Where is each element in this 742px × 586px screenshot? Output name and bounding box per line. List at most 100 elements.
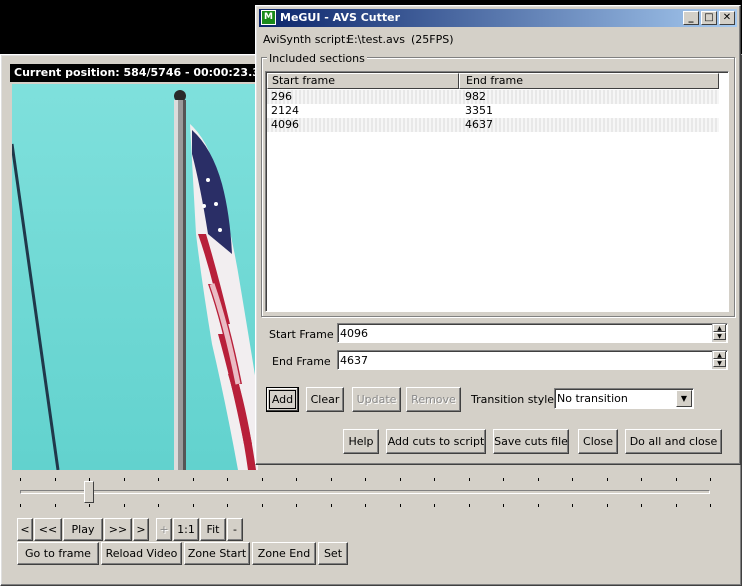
rewind-button[interactable]: << xyxy=(34,518,62,541)
script-label: AviSynth script: xyxy=(263,33,350,46)
set-button[interactable]: Set xyxy=(318,542,348,565)
fit-button[interactable]: Fit xyxy=(200,518,226,541)
forward-button[interactable]: >> xyxy=(104,518,132,541)
start-frame-cell: 296 xyxy=(271,90,292,103)
slider-tick xyxy=(365,504,366,507)
one-to-one-button[interactable]: 1:1 xyxy=(173,518,199,541)
group-label: Included sections xyxy=(267,52,367,65)
add-button[interactable]: Add xyxy=(266,387,299,412)
transition-style-value: No transition xyxy=(557,392,628,405)
slider-tick xyxy=(503,478,504,481)
position-bar: Current position: 584/5746 - 00:00:23.36 xyxy=(10,64,268,82)
add-cuts-to-script-button[interactable]: Add cuts to script xyxy=(386,429,486,454)
slider-tick xyxy=(538,504,539,507)
app-icon: M xyxy=(261,10,276,25)
slider-tick xyxy=(158,478,159,481)
slider-tick xyxy=(434,504,435,507)
save-cuts-file-button[interactable]: Save cuts file xyxy=(493,429,569,454)
slider-tick xyxy=(365,478,366,481)
go-to-frame-button[interactable]: Go to frame xyxy=(17,542,99,565)
end-frame-cell: 982 xyxy=(465,90,486,103)
slider-tick xyxy=(193,478,194,481)
zone-start-button[interactable]: Zone Start xyxy=(184,542,250,565)
end-frame-label: End Frame xyxy=(272,355,331,368)
zoom-out-button[interactable]: - xyxy=(227,518,243,541)
slider-tick xyxy=(503,504,504,507)
clear-button[interactable]: Clear xyxy=(306,387,344,412)
update-button[interactable]: Update xyxy=(352,387,401,412)
avs-cutter-window: M MeGUI - AVS Cutter _ □ ✕ AviSynth scri… xyxy=(255,5,741,465)
dropdown-arrow-icon[interactable]: ▼ xyxy=(676,390,692,407)
table-row[interactable]: 4096 4637 xyxy=(267,118,719,132)
play-button[interactable]: Play xyxy=(63,518,103,541)
sections-list[interactable]: Start frame End frame 296 982 2124 3351 … xyxy=(265,71,729,312)
start-frame-field[interactable]: 4096 ▲ ▼ xyxy=(337,323,728,343)
start-frame-spinner[interactable]: ▲ ▼ xyxy=(712,324,726,342)
spin-up-icon[interactable]: ▲ xyxy=(713,324,726,332)
slider-track xyxy=(20,490,710,494)
slider-tick xyxy=(227,478,228,481)
slider-tick xyxy=(710,478,711,481)
list-header: Start frame End frame xyxy=(267,73,719,89)
end-frame-cell: 3351 xyxy=(465,104,493,117)
slider-tick xyxy=(296,504,297,507)
slider-tick xyxy=(607,504,608,507)
slider-tick xyxy=(227,504,228,507)
table-row[interactable]: 296 982 xyxy=(267,90,719,104)
zone-end-button[interactable]: Zone End xyxy=(252,542,316,565)
flag-image xyxy=(12,84,258,470)
slider-tick xyxy=(572,504,573,507)
slider-tick xyxy=(89,504,90,507)
transition-style-select[interactable]: No transition ▼ xyxy=(554,388,694,409)
column-start-frame[interactable]: Start frame xyxy=(267,73,459,89)
close-icon[interactable]: ✕ xyxy=(719,11,735,25)
end-frame-cell: 4637 xyxy=(465,118,493,131)
column-end-frame-label: End frame xyxy=(466,74,524,87)
slider-tick xyxy=(262,478,263,481)
start-frame-cell: 4096 xyxy=(271,118,299,131)
column-end-frame[interactable]: End frame xyxy=(459,73,719,89)
close-button[interactable]: Close xyxy=(578,429,618,454)
slider-tick xyxy=(55,504,56,507)
slider-tick xyxy=(331,478,332,481)
script-path: E:\test.avs xyxy=(347,33,405,46)
do-all-and-close-button[interactable]: Do all and close xyxy=(625,429,722,454)
slider-tick xyxy=(158,504,159,507)
column-start-frame-label: Start frame xyxy=(272,74,335,87)
slider-tick xyxy=(296,478,297,481)
reload-video-button[interactable]: Reload Video xyxy=(101,542,182,565)
zoom-in-button[interactable]: + xyxy=(156,518,172,541)
title-bar[interactable]: M MeGUI - AVS Cutter _ □ ✕ xyxy=(259,9,737,27)
transition-style-label: Transition style xyxy=(471,393,555,406)
start-frame-label: Start Frame xyxy=(269,328,334,341)
table-row[interactable]: 2124 3351 xyxy=(267,104,719,118)
spin-down-icon[interactable]: ▼ xyxy=(713,332,726,340)
prev-frame-button[interactable]: < xyxy=(17,518,33,541)
slider-tick xyxy=(331,504,332,507)
end-frame-value: 4637 xyxy=(340,354,368,367)
slider-tick xyxy=(710,504,711,507)
slider-tick xyxy=(400,478,401,481)
start-frame-cell: 2124 xyxy=(271,104,299,117)
slider-tick xyxy=(55,478,56,481)
slider-tick xyxy=(469,478,470,481)
frame-slider[interactable] xyxy=(18,476,714,512)
help-button[interactable]: Help xyxy=(343,429,379,454)
minimize-icon[interactable]: _ xyxy=(683,11,699,25)
slider-tick xyxy=(124,478,125,481)
slider-tick xyxy=(607,478,608,481)
window-title: MeGUI - AVS Cutter xyxy=(280,11,401,24)
slider-tick xyxy=(469,504,470,507)
slider-tick xyxy=(20,478,21,481)
spin-up-icon[interactable]: ▲ xyxy=(713,351,726,359)
end-frame-field[interactable]: 4637 ▲ ▼ xyxy=(337,350,728,370)
remove-button[interactable]: Remove xyxy=(406,387,461,412)
slider-tick xyxy=(400,504,401,507)
script-fps: (25FPS) xyxy=(411,33,454,46)
maximize-icon[interactable]: □ xyxy=(701,11,717,25)
slider-thumb[interactable] xyxy=(84,481,94,503)
next-frame-button[interactable]: > xyxy=(133,518,149,541)
slider-tick xyxy=(262,504,263,507)
spin-down-icon[interactable]: ▼ xyxy=(713,359,726,367)
end-frame-spinner[interactable]: ▲ ▼ xyxy=(712,351,726,369)
